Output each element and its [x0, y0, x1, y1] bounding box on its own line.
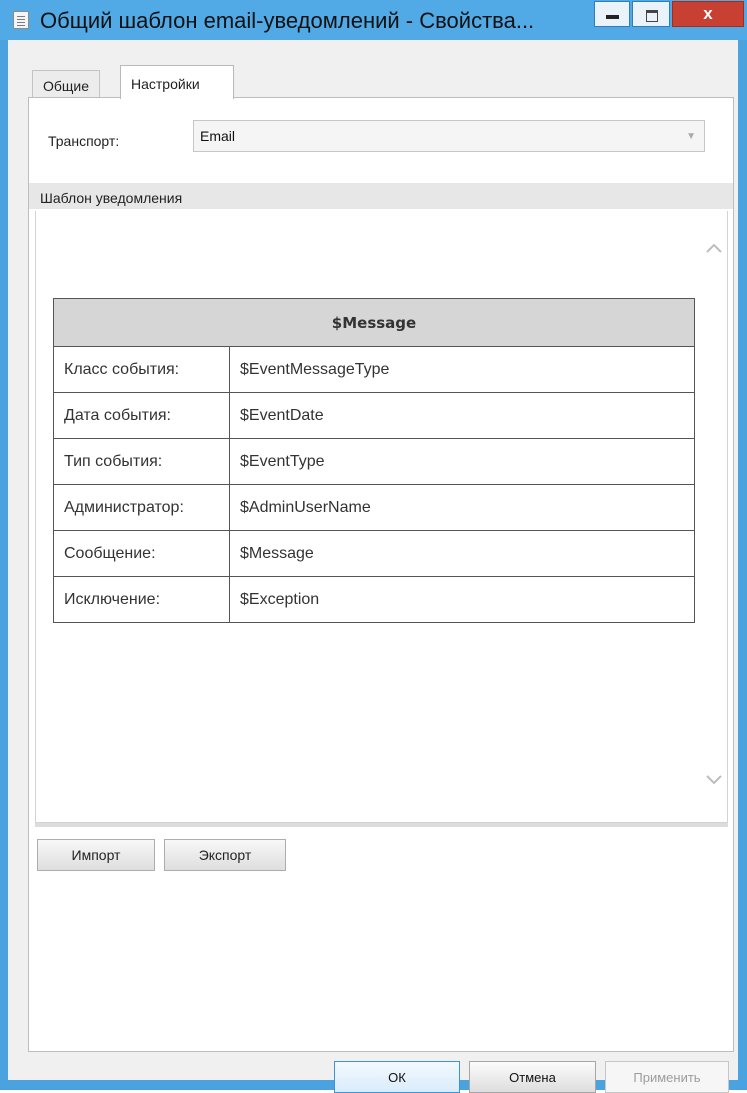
row-value: $AdminUserName [229, 484, 695, 531]
minimize-button[interactable] [594, 1, 630, 27]
row-value: $EventType [229, 438, 695, 485]
table-row: Администратор: $AdminUserName [53, 484, 695, 531]
close-button[interactable]: x [672, 1, 744, 27]
table-row: Класс события: $EventMessageType [53, 346, 695, 393]
dialog-client-area: Общие Настройки Транспорт: Email ▼ Шабло… [8, 40, 738, 1093]
row-label: Тип события: [53, 438, 230, 485]
document-icon [13, 11, 29, 29]
export-button[interactable]: Экспорт [164, 839, 286, 871]
title-bar[interactable]: Общий шаблон email-уведомлений - Свойств… [0, 0, 747, 40]
tab-general[interactable]: Общие [32, 70, 101, 98]
tab-strip: Общие Настройки [8, 40, 738, 99]
table-row: Дата события: $EventDate [53, 392, 695, 439]
maximize-button[interactable] [632, 1, 670, 27]
ok-button[interactable]: ОК [334, 1061, 460, 1093]
row-value: $EventDate [229, 392, 695, 439]
row-value: $Exception [229, 576, 695, 623]
row-label: Сообщение: [53, 530, 230, 577]
row-label: Дата события: [53, 392, 230, 439]
apply-button[interactable]: Применить [605, 1061, 729, 1093]
row-label: Класс события: [53, 346, 230, 393]
transport-label: Транспорт: [48, 133, 120, 149]
table-row: Исключение: $Exception [53, 576, 695, 623]
table-row: Тип события: $EventType [53, 438, 695, 485]
transport-select[interactable]: Email ▼ [193, 120, 705, 152]
chevron-up-icon[interactable] [706, 239, 724, 257]
row-label: Исключение: [53, 576, 230, 623]
tab-settings[interactable]: Настройки [120, 65, 234, 99]
editor-divider [35, 823, 728, 827]
template-table-header: $Message [53, 298, 695, 347]
row-value: $EventMessageType [229, 346, 695, 393]
table-row: Сообщение: $Message [53, 530, 695, 577]
row-label: Администратор: [53, 484, 230, 531]
row-value: $Message [229, 530, 695, 577]
transport-select-value: Email [200, 128, 236, 144]
template-table: $Message Класс события: $EventMessageTyp… [53, 298, 695, 623]
import-button[interactable]: Импорт [37, 839, 155, 871]
chevron-down-icon[interactable] [706, 771, 724, 789]
properties-window: Общий шаблон email-уведомлений - Свойств… [0, 0, 747, 1093]
settings-panel: Транспорт: Email ▼ Шаблон уведомления $M… [28, 97, 734, 1052]
window-title: Общий шаблон email-уведомлений - Свойств… [40, 8, 535, 33]
cancel-button[interactable]: Отмена [469, 1061, 596, 1093]
close-icon: x [703, 4, 713, 23]
template-editor[interactable]: $Message Класс события: $EventMessageTyp… [35, 211, 728, 823]
chevron-down-icon: ▼ [686, 131, 696, 142]
notification-template-header: Шаблон уведомления [29, 183, 733, 209]
